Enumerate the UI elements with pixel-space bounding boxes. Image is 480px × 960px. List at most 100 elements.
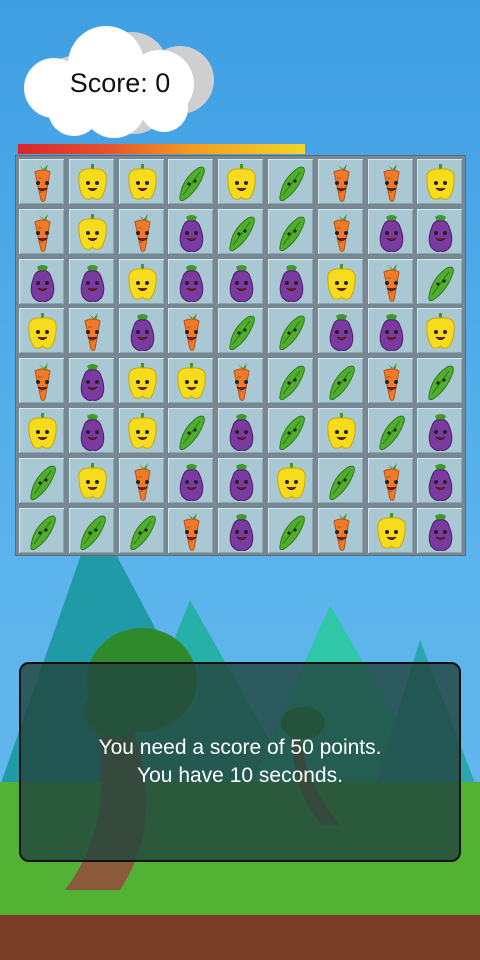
pea-icon xyxy=(428,365,455,401)
board-tile-pepper[interactable] xyxy=(217,158,265,205)
board-tile-eggplant[interactable] xyxy=(416,407,464,454)
board-tile-pea[interactable] xyxy=(416,257,464,305)
board-tile-eggplant[interactable] xyxy=(366,207,414,255)
board-tile-eggplant[interactable] xyxy=(217,407,265,454)
board-tile-eggplant[interactable] xyxy=(217,257,265,305)
eggplant-icon xyxy=(229,264,254,302)
pea-icon xyxy=(329,365,355,401)
board-tile-pea[interactable] xyxy=(167,158,215,205)
board-tile-pea[interactable] xyxy=(267,207,314,255)
board-tile-eggplant[interactable] xyxy=(416,506,464,554)
carrot-icon xyxy=(34,213,51,252)
board-tile-pepper[interactable] xyxy=(267,456,314,504)
board-tile-pea[interactable] xyxy=(267,357,314,405)
board-tile-eggplant[interactable] xyxy=(167,456,215,504)
board-tile-pea[interactable] xyxy=(267,407,314,454)
board-tile-pepper[interactable] xyxy=(167,357,215,405)
pepper-icon xyxy=(78,462,107,499)
pea-icon xyxy=(428,266,455,301)
carrot-icon xyxy=(333,164,350,202)
board-tile-carrot[interactable] xyxy=(217,357,265,405)
board-tile-carrot[interactable] xyxy=(316,158,364,205)
board-tile-pea[interactable] xyxy=(18,456,65,504)
board-tile-carrot[interactable] xyxy=(316,506,364,554)
pepper-icon xyxy=(127,363,157,399)
board-tile-eggplant[interactable] xyxy=(366,307,414,355)
eggplant-icon xyxy=(80,264,105,302)
carrot-icon xyxy=(134,462,151,501)
board-tile-pea[interactable] xyxy=(167,407,215,454)
eggplant-icon xyxy=(180,214,204,252)
board-tile-eggplant[interactable] xyxy=(67,357,115,405)
board-tile-pepper[interactable] xyxy=(117,357,165,405)
pea-icon xyxy=(229,316,256,351)
board-tile-pea[interactable] xyxy=(267,158,314,205)
board-tile-pea[interactable] xyxy=(316,456,364,504)
pea-icon xyxy=(30,515,56,550)
board-tile-carrot[interactable] xyxy=(366,158,414,205)
board-tile-eggplant[interactable] xyxy=(167,257,215,305)
board-tile-eggplant[interactable] xyxy=(67,407,115,454)
board-tile-pepper[interactable] xyxy=(416,307,464,355)
eggplant-icon xyxy=(429,214,453,252)
board-tile-pepper[interactable] xyxy=(18,307,65,355)
board-tile-eggplant[interactable] xyxy=(18,257,65,305)
eggplant-icon xyxy=(229,414,254,451)
board-tile-pea[interactable] xyxy=(117,506,165,554)
board-tile-pepper[interactable] xyxy=(67,456,115,504)
board-tile-pea[interactable] xyxy=(416,357,464,405)
board-tile-eggplant[interactable] xyxy=(416,207,464,255)
board-tile-eggplant[interactable] xyxy=(316,307,364,355)
board-tile-carrot[interactable] xyxy=(167,506,215,554)
board-tile-pea[interactable] xyxy=(67,506,115,554)
carrot-icon xyxy=(34,363,51,402)
carrot-icon xyxy=(34,164,51,202)
pepper-icon xyxy=(376,512,406,549)
pepper-icon xyxy=(426,313,456,350)
board-tile-carrot[interactable] xyxy=(67,307,115,355)
objective-dialog[interactable]: You need a score of 50 points. You have … xyxy=(19,662,461,862)
pea-icon xyxy=(279,316,305,351)
board-tile-carrot[interactable] xyxy=(366,456,414,504)
board-tile-eggplant[interactable] xyxy=(117,307,165,355)
board-tile-pea[interactable] xyxy=(267,307,314,355)
pepper-icon xyxy=(28,313,57,350)
board-tile-eggplant[interactable] xyxy=(267,257,314,305)
board-tile-pepper[interactable] xyxy=(67,207,115,255)
board-tile-carrot[interactable] xyxy=(366,257,414,305)
board-tile-pepper[interactable] xyxy=(366,506,414,554)
board-tile-pepper[interactable] xyxy=(416,158,464,205)
board-tile-eggplant[interactable] xyxy=(167,207,215,255)
board-tile-eggplant[interactable] xyxy=(217,506,265,554)
board-tile-carrot[interactable] xyxy=(18,357,65,405)
board-tile-carrot[interactable] xyxy=(117,207,165,255)
board-tile-pea[interactable] xyxy=(267,506,314,554)
board-tile-carrot[interactable] xyxy=(366,357,414,405)
board-tile-pepper[interactable] xyxy=(117,407,165,454)
board-tile-eggplant[interactable] xyxy=(67,257,115,305)
board-tile-eggplant[interactable] xyxy=(416,456,464,504)
board-tile-pepper[interactable] xyxy=(67,158,115,205)
board-tile-pea[interactable] xyxy=(217,307,265,355)
board-tile-eggplant[interactable] xyxy=(217,456,265,504)
board-tile-pepper[interactable] xyxy=(117,158,165,205)
eggplant-icon xyxy=(229,513,254,551)
pea-icon xyxy=(279,166,305,202)
board-tile-carrot[interactable] xyxy=(18,158,65,205)
pepper-icon xyxy=(227,164,256,200)
board-tile-pepper[interactable] xyxy=(117,257,165,305)
board-tile-carrot[interactable] xyxy=(167,307,215,355)
board-tile-pea[interactable] xyxy=(316,357,364,405)
board-tile-pea[interactable] xyxy=(217,207,265,255)
board-tile-pepper[interactable] xyxy=(316,257,364,305)
board-tile-pepper[interactable] xyxy=(316,407,364,454)
board-tile-pea[interactable] xyxy=(366,407,414,454)
objective-text-time: You have 10 seconds. xyxy=(137,764,343,787)
board-tile-pea[interactable] xyxy=(18,506,65,554)
board-tile-carrot[interactable] xyxy=(316,207,364,255)
board-tile-pepper[interactable] xyxy=(18,407,65,454)
board-tile-carrot[interactable] xyxy=(117,456,165,504)
board-tile-carrot[interactable] xyxy=(18,207,65,255)
eggplant-icon xyxy=(130,314,154,352)
pea-icon xyxy=(378,415,405,451)
